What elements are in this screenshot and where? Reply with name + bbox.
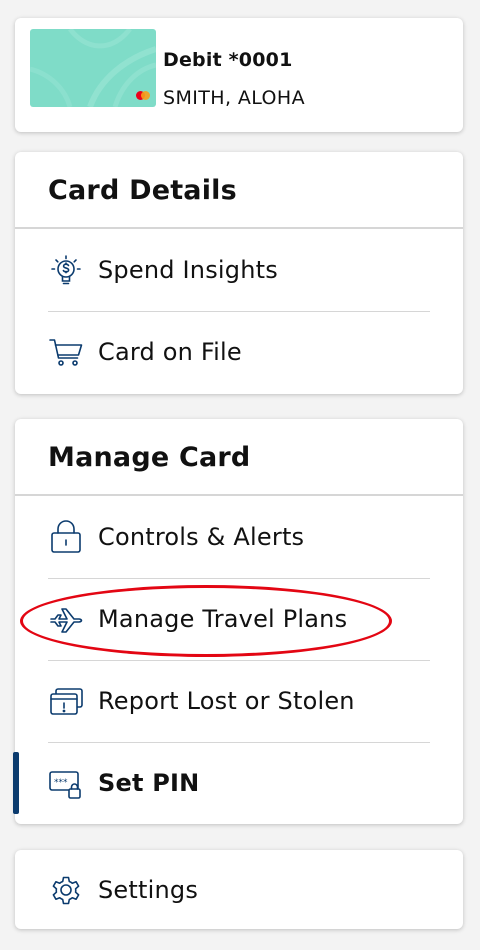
menu-item-label: Set PIN bbox=[98, 769, 200, 797]
account-summary-card[interactable]: Debit *0001 SMITH, ALOHA bbox=[15, 18, 463, 132]
card-details-section: Card Details Spend Insights Card on File bbox=[15, 152, 463, 394]
menu-item-label: Report Lost or Stolen bbox=[98, 687, 355, 715]
menu-item-settings[interactable]: Settings bbox=[15, 850, 463, 929]
card-alert-icon bbox=[48, 683, 84, 719]
card-holder-name: SMITH, ALOHA bbox=[163, 87, 305, 109]
svg-text:***: *** bbox=[54, 778, 68, 788]
gear-icon bbox=[48, 872, 84, 908]
menu-item-spend-insights[interactable]: Spend Insights bbox=[15, 229, 463, 311]
card-name: Debit *0001 bbox=[163, 49, 293, 71]
menu-item-manage-travel-plans[interactable]: Manage Travel Plans bbox=[15, 578, 463, 660]
menu-item-controls-alerts[interactable]: Controls & Alerts bbox=[15, 496, 463, 578]
manage-card-heading: Manage Card bbox=[15, 419, 463, 496]
lightbulb-dollar-icon bbox=[48, 252, 84, 288]
manage-card-section: Manage Card Controls & Alerts Manage Tra… bbox=[13, 419, 463, 824]
menu-item-label: Card on File bbox=[98, 338, 242, 366]
lock-icon bbox=[48, 519, 84, 555]
pin-lock-icon: *** bbox=[48, 765, 84, 801]
mastercard-logo bbox=[136, 91, 150, 100]
menu-item-card-on-file[interactable]: Card on File bbox=[15, 311, 463, 393]
menu-item-label: Controls & Alerts bbox=[98, 523, 305, 551]
settings-section: Settings bbox=[15, 850, 463, 929]
menu-item-set-pin[interactable]: *** Set PIN bbox=[13, 742, 463, 824]
menu-item-label: Spend Insights bbox=[98, 256, 278, 284]
airplane-icon bbox=[48, 601, 84, 637]
menu-item-label: Manage Travel Plans bbox=[98, 605, 348, 633]
menu-item-label: Settings bbox=[98, 875, 199, 904]
card-details-heading: Card Details bbox=[15, 152, 463, 229]
card-thumbnail bbox=[30, 29, 156, 107]
active-indicator bbox=[13, 752, 19, 814]
menu-item-report-lost-stolen[interactable]: Report Lost or Stolen bbox=[15, 660, 463, 742]
shopping-cart-icon bbox=[48, 334, 84, 370]
